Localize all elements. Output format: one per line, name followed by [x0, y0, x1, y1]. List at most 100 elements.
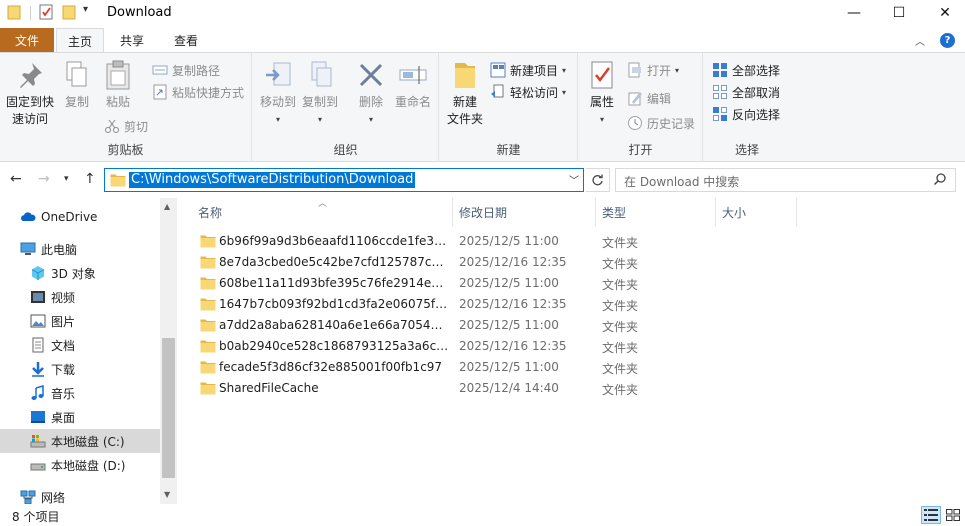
column-separator[interactable]	[796, 198, 797, 226]
up-arrow-icon[interactable]: ↑	[84, 171, 96, 187]
file-row[interactable]: SharedFileCache 2025/12/4 14:40 文件夹	[195, 378, 638, 399]
nav-item-drive-c[interactable]: 本地磁盘 (C:)	[0, 429, 160, 453]
file-name: 608be11a11d93bfe395c76fe2914e4f3	[219, 276, 449, 290]
nav-item-this-pc[interactable]: 此电脑	[0, 237, 160, 261]
new-item-icon	[490, 62, 506, 78]
nav-item-desktop[interactable]: 桌面	[0, 405, 160, 429]
invert-selection-button[interactable]: 反向选择	[712, 104, 780, 124]
address-folder-icon	[110, 173, 126, 187]
scroll-down-icon[interactable]: ▼	[164, 490, 170, 499]
select-all-button[interactable]: 全部选择	[712, 60, 780, 80]
navpane-scrollbar[interactable]: ▲ ▼	[160, 198, 177, 504]
easy-access-button[interactable]: 轻松访问 ▾	[490, 82, 566, 102]
pin-quick-access-button[interactable]: 固定到快 速访问	[2, 59, 58, 128]
copy-to-button[interactable]: 复制到 ▾	[299, 59, 341, 128]
properties-button[interactable]: 属性 ▾	[585, 59, 619, 128]
scrollbar-thumb[interactable]	[162, 338, 175, 478]
file-row[interactable]: 6b96f99a9d3b6eaafd1106ccde1fe38e 2025/12…	[195, 231, 638, 252]
column-header-type[interactable]: 类型	[602, 198, 714, 226]
folder-icon	[200, 234, 216, 248]
quick-access-dropdown-icon[interactable]: ▾	[83, 4, 88, 15]
downloads-icon	[32, 362, 44, 377]
search-icon[interactable]	[933, 172, 947, 186]
open-dropdown-icon: ▾	[675, 65, 680, 75]
new-group-label: 新建	[496, 143, 521, 157]
new-folder-button[interactable]: 新建 文件夹	[444, 59, 486, 128]
address-path-input[interactable]: C:\Windows\SoftwareDistribution\Download	[129, 172, 416, 188]
refresh-button[interactable]	[586, 168, 610, 192]
open-button[interactable]: 打开 ▾	[627, 60, 679, 80]
close-button[interactable]: ✕	[922, 0, 965, 26]
new-item-button[interactable]: 新建项目 ▾	[490, 60, 566, 80]
nav-item-3d-objects[interactable]: 3D 对象	[0, 261, 160, 285]
folder-icon	[200, 339, 216, 353]
large-icons-view-button[interactable]	[943, 506, 963, 524]
desktop-icon	[31, 411, 45, 423]
forward-arrow-icon[interactable]: →	[38, 171, 50, 187]
nav-item-music[interactable]: 音乐	[0, 381, 160, 405]
chevron-up-icon[interactable]: ︿	[915, 33, 925, 48]
open-group: 属性 ▾ 打开 ▾ 编辑 历史记录 打开	[579, 53, 703, 162]
file-row[interactable]: 1647b7cb093f92bd1cd3fa2e06075f81 2025/12…	[195, 294, 638, 315]
rename-button[interactable]: 重命名	[391, 59, 435, 111]
tab-view[interactable]: 查看	[162, 28, 210, 52]
nav-item-documents[interactable]: 文档	[0, 333, 160, 357]
cut-button[interactable]: 剪切	[104, 116, 148, 136]
new-folder-quick-icon[interactable]	[62, 4, 76, 20]
column-header-size[interactable]: 大小	[722, 198, 792, 226]
recent-locations-icon[interactable]: ▾	[64, 174, 69, 184]
file-name: a7dd2a8aba628140a6e1e66a705427...	[219, 318, 449, 332]
nav-item-onedrive[interactable]: OneDrive	[0, 205, 160, 229]
tab-share[interactable]: 共享	[108, 28, 156, 52]
nav-item-downloads[interactable]: 下载	[0, 357, 160, 381]
copy-button[interactable]: 复制	[60, 59, 94, 111]
edit-button[interactable]: 编辑	[627, 88, 671, 108]
file-row[interactable]: b0ab2940ce528c1868793125a3a6cf51 2025/12…	[195, 336, 638, 357]
properties-quick-icon[interactable]	[39, 4, 53, 20]
column-separator[interactable]	[595, 198, 596, 226]
column-separator[interactable]	[715, 198, 716, 226]
copy-label: 复制	[64, 95, 89, 109]
file-row[interactable]: fecade5f3d86cf32e885001f00fb1c97 2025/12…	[195, 357, 638, 378]
column-header-date[interactable]: 修改日期	[459, 198, 597, 226]
file-type: 文件夹	[602, 299, 639, 313]
details-view-button[interactable]	[921, 506, 941, 524]
paste-button[interactable]: 粘贴	[100, 59, 136, 111]
address-bar[interactable]: C:\Windows\SoftwareDistribution\Download…	[104, 168, 584, 192]
minimize-button[interactable]: —	[831, 0, 877, 26]
refresh-icon	[592, 174, 603, 185]
file-row[interactable]: a7dd2a8aba628140a6e1e66a705427... 2025/1…	[195, 315, 638, 336]
search-input[interactable]: 在 Download 中搜索	[624, 173, 739, 190]
file-row[interactable]: 8e7da3cbed0e5c42be7cfd125787c6ed 2025/12…	[195, 252, 638, 273]
column-header-name[interactable]: 名称	[198, 198, 453, 226]
history-icon	[628, 116, 642, 130]
select-none-button[interactable]: 全部取消	[712, 82, 780, 102]
scroll-up-icon[interactable]: ▲	[164, 202, 170, 211]
copy-to-dropdown-icon: ▾	[317, 115, 322, 124]
back-arrow-icon[interactable]: ←	[10, 171, 22, 187]
nav-item-videos[interactable]: 视频	[0, 285, 160, 309]
nav-item-drive-d[interactable]: 本地磁盘 (D:)	[0, 453, 160, 477]
tab-file[interactable]: 文件	[0, 28, 54, 52]
file-row[interactable]: 608be11a11d93bfe395c76fe2914e4f3 2025/12…	[195, 273, 638, 294]
maximize-button[interactable]: ☐	[876, 0, 922, 26]
delete-button[interactable]: 删除 ▾	[351, 59, 391, 128]
column-separator[interactable]	[452, 198, 453, 226]
paste-shortcut-button[interactable]: 粘贴快捷方式	[152, 82, 244, 102]
move-to-button[interactable]: 移动到 ▾	[257, 59, 299, 128]
easy-access-icon	[491, 84, 504, 98]
navigation-bar: ← → ▾ ↑ C:\Windows\SoftwareDistribution\…	[0, 162, 965, 198]
file-name: b0ab2940ce528c1868793125a3a6cf51	[219, 339, 449, 353]
folder-icon	[200, 381, 216, 395]
address-dropdown-icon[interactable]: ﹀	[569, 172, 579, 187]
history-button[interactable]: 历史记录	[627, 113, 695, 133]
music-icon	[31, 385, 44, 400]
video-icon	[31, 291, 45, 303]
new-item-dropdown-icon: ▾	[562, 65, 567, 75]
tab-home[interactable]: 主页	[56, 28, 104, 53]
search-box[interactable]: 在 Download 中搜索	[615, 168, 956, 192]
help-icon[interactable]: ?	[940, 33, 955, 48]
copy-path-button[interactable]: 复制路径	[152, 60, 220, 80]
nav-item-pictures[interactable]: 图片	[0, 309, 160, 333]
status-bar: 8 个项目	[0, 504, 965, 526]
